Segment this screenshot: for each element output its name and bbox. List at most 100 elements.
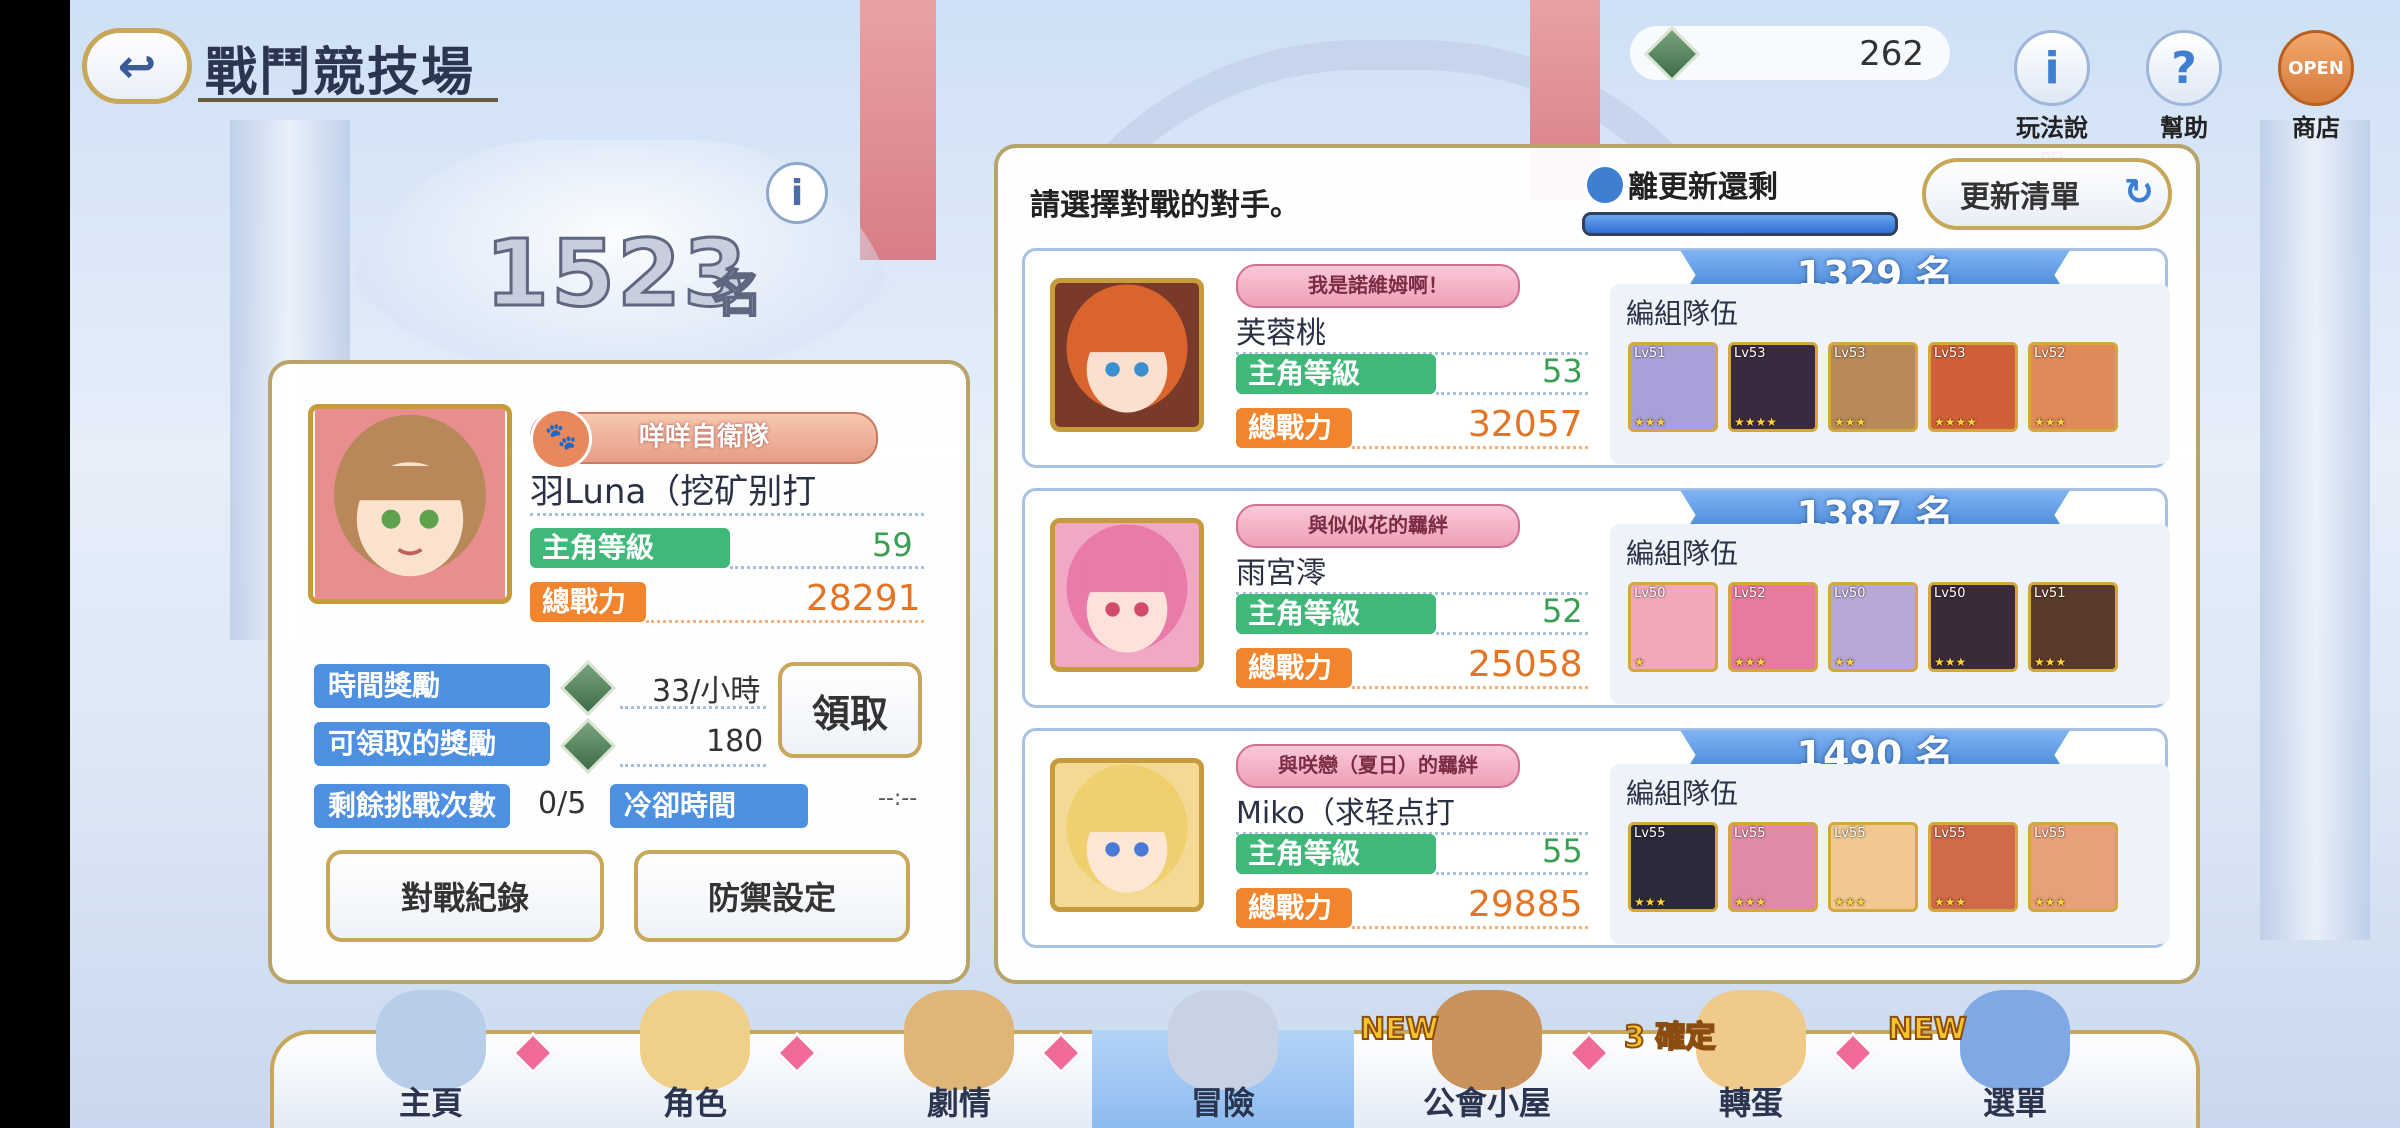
team-member-card[interactable]: Lv50 ★ [1628,582,1718,672]
opponent-title-badge: 我是諾維姆啊！ [1236,264,1520,308]
team-member-level: Lv51 [1634,346,1666,361]
opponent-level-value: 55 [1542,832,1583,870]
nav-label: 主頁 [398,1084,463,1122]
nav-gacha[interactable]: 轉蛋 3 確定 [1620,990,1882,1128]
team-member-card[interactable]: Lv55 ★★★ [1828,822,1918,912]
player-rank-suffix: 名 [711,264,763,324]
nav-label: 公會小屋 [1422,1084,1551,1122]
opponent-power-value: 29885 [1468,884,1583,925]
opponent-power-label: 總戰力 [1236,888,1352,928]
team-member-card[interactable]: Lv51 ★★★ [2028,582,2118,672]
notification-diamond-icon [511,1031,555,1075]
refresh-timer-label: 離更新還剩 [1628,170,1778,205]
player-level-label: 主角等級 [530,528,730,568]
divider [1352,686,1588,689]
team-member-stars: ★★★ [1634,415,1667,429]
time-reward-value: 33/小時 [652,674,761,709]
team-member-card[interactable]: Lv51 ★★★ [1628,342,1718,432]
page-title: 戰鬥競技場 [205,43,476,103]
nav-menu[interactable]: 選單 NEW [1884,990,2146,1128]
claimable-reward-value: 180 [706,724,764,759]
help-button[interactable]: ? 幫助 [2144,30,2224,143]
choose-opponent-prompt: 請選擇對戰的對手。 [1030,188,1300,223]
back-arrow-icon: ↩ [117,39,157,93]
shop-button[interactable]: OPEN 商店 [2276,30,2356,143]
crossed-swords-icon [1168,990,1278,1090]
shop-label: 商店 [2292,114,2340,142]
team-member-level: Lv52 [2034,346,2066,361]
team-member-card[interactable]: Lv52 ★★★ [1728,582,1818,672]
divider [730,566,924,569]
team-member-stars: ★★★ [1934,895,1967,909]
notification-diamond-icon [1567,1031,1611,1075]
divider [1352,926,1588,929]
team-member-stars: ★★★★ [1734,415,1778,429]
player-name: 羽Luna（挖矿别打 [530,464,924,516]
team-member-card[interactable]: Lv53 ★★★★ [1928,342,2018,432]
team-member-card[interactable]: Lv50 ★★★ [1928,582,2018,672]
refresh-list-label: 更新清單 [1960,180,2080,215]
refresh-list-button[interactable]: 更新清單 ↻ [1922,158,2172,230]
opponent-title-badge: 與咲戀（夏日）的羈絆 [1236,744,1520,788]
nav-guild-house[interactable]: 公會小屋 NEW [1356,990,1618,1128]
divider [1352,446,1588,449]
team-member-card[interactable]: Lv52 ★★★ [2028,342,2118,432]
back-button[interactable]: ↩ [82,28,192,104]
character-portrait-image [315,409,505,599]
opponent-level-label: 主角等級 [1236,834,1436,874]
character-portrait-image [1055,763,1199,907]
player-avatar[interactable] [308,404,512,604]
opponent-power-value: 25058 [1468,644,1583,685]
team-member-card[interactable]: Lv55 ★★★ [1628,822,1718,912]
team-member-card[interactable]: Lv53 ★★★ [1828,342,1918,432]
defense-setup-button[interactable]: 防禦設定 [634,850,910,942]
nav-characters[interactable]: 角色 [564,990,826,1128]
opponent-team-box: 編組隊伍 Lv55 ★★★ Lv55 ★★★ Lv55 ★★★ Lv55 ★★★… [1610,764,2170,944]
nav-label: 選單 [1982,1084,2047,1122]
refresh-icon: ↻ [2123,172,2154,213]
team-member-stars: ★★★★ [1934,415,1978,429]
divider [646,620,924,623]
player-power-label: 總戰力 [530,582,646,622]
team-member-card[interactable]: Lv53 ★★★★ [1728,342,1818,432]
team-label: 編組隊伍 [1626,297,1739,330]
team-member-level: Lv52 [1734,586,1766,601]
team-member-card[interactable]: Lv55 ★★★ [1728,822,1818,912]
team-member-level: Lv50 [1834,586,1866,601]
arena-coin-icon [1643,25,1701,83]
opponent-avatar[interactable] [1050,278,1204,432]
opponent-avatar[interactable] [1050,758,1204,912]
divider [1436,392,1588,395]
team-member-level: Lv53 [1734,346,1766,361]
opponent-level-value: 53 [1542,352,1583,390]
character-portrait-image [1055,283,1199,427]
background-pillar [2260,120,2370,940]
team-member-card[interactable]: Lv55 ★★★ [2028,822,2118,912]
remaining-challenges-value: 0/5 [538,786,587,821]
arena-coin-counter: 262 [1630,25,1950,83]
opponent-avatar[interactable] [1050,518,1204,672]
rank-info-button[interactable]: i [766,162,828,224]
opponent-level-value: 52 [1542,592,1583,630]
opponent-power-label: 總戰力 [1236,408,1352,448]
arena-coin-value: 262 [1859,34,1924,74]
nav-label: 劇情 [926,1084,991,1122]
team-member-card[interactable]: Lv55 ★★★ [1928,822,2018,912]
title-underline [198,98,498,102]
nav-story[interactable]: 劇情 [828,990,1090,1128]
team-label: 編組隊伍 [1626,777,1739,810]
team-member-level: Lv55 [1834,826,1866,841]
nav-label: 轉蛋 [1718,1084,1783,1122]
claim-button[interactable]: 領取 [778,662,922,758]
opponent-power-value: 32057 [1468,404,1583,445]
nav-home[interactable]: 主頁 [300,990,562,1128]
player-power-value: 28291 [806,578,921,619]
nav-adventure[interactable]: 冒險 [1092,990,1354,1128]
left-letterbox [0,0,70,1128]
team-member-stars: ★★★ [2034,655,2067,669]
team-member-card[interactable]: Lv50 ★★ [1828,582,1918,672]
battle-history-button[interactable]: 對戰紀錄 [326,850,604,942]
background-banner [860,0,936,260]
shop-icon: OPEN [2278,30,2354,106]
team-member-stars: ★★★ [2034,895,2067,909]
